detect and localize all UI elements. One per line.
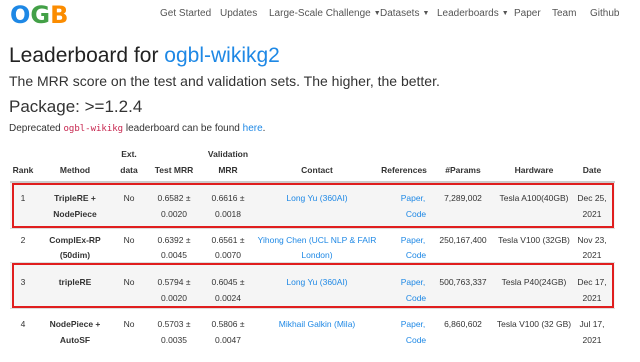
cell-date: 2021 [582, 335, 602, 345]
header-method: Method [59, 165, 91, 175]
nav-label: Updates [220, 8, 258, 19]
nav-label: Github [590, 8, 620, 19]
header-rank: Rank [12, 165, 34, 175]
nav-large-scale-challenge[interactable]: Large-Scale Challenge ▼ [269, 8, 381, 19]
logo-letter-o: O [10, 1, 31, 29]
contact-link[interactable]: Mikhail Galkin (Mila) [256, 316, 378, 332]
cell-rank: 4 [20, 319, 26, 329]
caret-down-icon: ▼ [501, 10, 509, 17]
cell-date: Nov 23, [577, 235, 607, 245]
nav-label: Team [552, 8, 577, 19]
header-val-line1: Validation [207, 149, 249, 159]
cell-method: AutoSF [59, 335, 91, 345]
header-params: #Params [445, 165, 481, 175]
cell-val: 0.0070 [215, 250, 241, 260]
cell-date: Jul 17, [579, 319, 605, 329]
page-subtitle: The MRR score on the test and validation… [9, 73, 440, 89]
deprecated-here-link[interactable]: here [243, 123, 263, 134]
cell-date: 2021 [582, 250, 602, 260]
caret-down-icon: ▼ [422, 10, 430, 17]
deprecated-dataset-code: ogbl-wikikg [63, 124, 124, 134]
highlight-box-row-3 [12, 263, 614, 308]
ogb-logo[interactable]: OGB [10, 1, 68, 29]
nav-label: Leaderboards [437, 8, 499, 19]
logo-letter-g: G [30, 1, 51, 29]
nav-label: Datasets [380, 8, 420, 19]
cell-method: ComplEx-RP [49, 235, 101, 245]
cell-val: 0.6561 ± [211, 235, 245, 245]
row-divider [10, 308, 615, 309]
cell-params: 6,860,602 [444, 319, 482, 329]
nav-team[interactable]: Team [552, 8, 576, 19]
cell-val: 0.0047 [215, 335, 241, 345]
row-divider [10, 228, 615, 229]
nav-get-started[interactable]: Get Started [160, 8, 211, 19]
highlight-box-row-1 [12, 183, 614, 228]
deprecated-suffix: . [262, 123, 266, 134]
dataset-link[interactable]: ogbl-wikikg2 [164, 44, 280, 67]
deprecated-middle: leaderboard can be found [125, 123, 240, 134]
deprecated-prefix: Deprecated [9, 123, 61, 134]
page-title: Leaderboard for ogbl-wikikg2 [9, 44, 280, 68]
header-contact: Contact [301, 165, 333, 175]
cell-ext: No [123, 235, 135, 245]
nav-datasets[interactable]: Datasets ▼ [380, 8, 429, 19]
cell-ext: No [123, 319, 135, 329]
header-ext-line1: Ext. [121, 149, 137, 159]
contact-link[interactable]: Yihong Chen (UCL NLP & FAIR [256, 232, 378, 248]
nav-paper[interactable]: Paper [514, 8, 541, 19]
cell-test: 0.6392 ± [157, 235, 191, 245]
header-references: References [381, 165, 427, 175]
nav-label: Paper [514, 8, 541, 19]
cell-method: (50dim) [59, 250, 91, 260]
nav-leaderboards[interactable]: Leaderboards ▼ [437, 8, 509, 19]
header-val-line2: MRR [218, 165, 238, 175]
nav-label: Get Started [160, 8, 212, 19]
logo-letter-b: B [50, 1, 69, 29]
header-hardware: Hardware [514, 165, 554, 175]
header-date: Date [582, 165, 602, 175]
cell-hardware: Tesla V100 (32GB) [498, 235, 570, 245]
cell-test: 0.0045 [161, 250, 187, 260]
nav-github[interactable]: Github [590, 8, 619, 19]
cell-test: 0.5703 ± [157, 319, 191, 329]
nav-label: Large-Scale Challenge [269, 8, 371, 19]
cell-params: 250,167,400 [439, 235, 487, 245]
nav-updates[interactable]: Updates [220, 8, 257, 19]
header-test-mrr: Test MRR [154, 165, 194, 175]
navbar: OGB Get Started Updates Large-Scale Chal… [0, 0, 640, 30]
contact-link[interactable]: London) [256, 247, 378, 263]
code-link[interactable]: Code [378, 332, 454, 348]
cell-val: 0.5806 ± [211, 319, 245, 329]
cell-test: 0.0035 [161, 335, 187, 345]
code-link[interactable]: Code [378, 247, 454, 263]
package-version: Package: >=1.2.4 [9, 97, 143, 116]
title-prefix: Leaderboard for [9, 44, 159, 67]
header-ext-line2: data [120, 165, 138, 175]
cell-rank: 2 [20, 235, 26, 245]
cell-hardware: Tesla V100 (32 GB) [496, 319, 572, 329]
deprecated-note: Deprecated ogbl-wikikg leaderboard can b… [9, 123, 265, 134]
cell-method: NodePiece + [49, 319, 101, 329]
